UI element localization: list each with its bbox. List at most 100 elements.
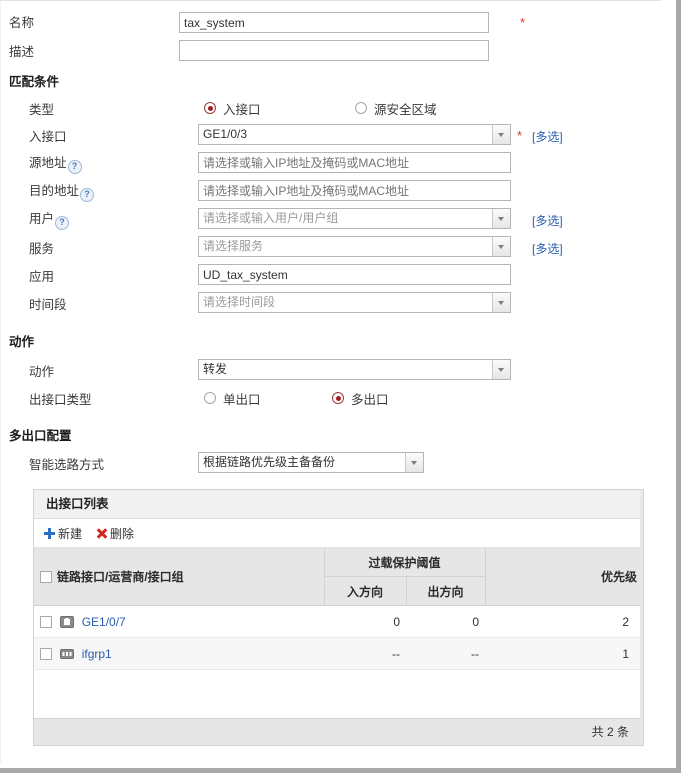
radio-security-zone-label: 源安全区域	[374, 102, 437, 117]
name-required-star: *	[520, 15, 526, 30]
table-empty-space	[34, 670, 643, 718]
in-interface-value: GE1/0/3	[203, 127, 248, 141]
chevron-down-icon[interactable]	[492, 125, 510, 144]
description-label: 描述	[9, 44, 35, 59]
user-placeholder: 请选择或输入用户/用户组	[203, 211, 339, 225]
time-range-placeholder: 请选择时间段	[203, 295, 276, 309]
help-icon[interactable]: ?	[55, 216, 70, 230]
delete-button[interactable]: 删除	[96, 525, 134, 542]
radio-multi-exit-indicator	[332, 392, 344, 404]
user-multi-select-link[interactable]: [多选]	[532, 212, 563, 229]
name-label: 名称	[9, 15, 35, 30]
field-row-type: 类型 入接口 源安全区域	[1, 95, 661, 121]
cell-inbound: --	[324, 637, 406, 670]
header-outbound: 出方向	[406, 576, 486, 606]
header-priority: 优先级	[485, 548, 644, 606]
plus-icon	[44, 527, 55, 539]
dest-address-label: 目的地址?	[29, 180, 95, 202]
row-checkbox[interactable]	[40, 615, 52, 628]
source-address-input[interactable]	[198, 152, 511, 173]
chevron-down-icon[interactable]	[492, 237, 510, 256]
field-row-application: 应用	[1, 261, 661, 289]
radio-type-in-interface[interactable]: 入接口	[204, 99, 261, 118]
new-button[interactable]: 新建	[44, 525, 82, 542]
interface-group-link[interactable]: ifgrp1	[82, 647, 112, 661]
application-input[interactable]	[198, 264, 511, 285]
application-label: 应用	[29, 269, 55, 284]
chevron-down-icon[interactable]	[492, 293, 510, 312]
smart-route-label: 智能选路方式	[29, 457, 105, 472]
chevron-down-icon[interactable]	[492, 360, 510, 379]
cell-interface-name: ifgrp1	[34, 637, 324, 670]
out-interface-type-label: 出接口类型	[29, 392, 92, 407]
in-interface-required-star: *	[517, 128, 523, 143]
dest-address-input[interactable]	[198, 180, 511, 201]
close-icon	[96, 528, 107, 539]
radio-single-exit-indicator	[204, 392, 216, 404]
field-row-smart-route: 智能选路方式 根据链路优先级主备备份	[1, 449, 661, 477]
name-input[interactable]	[179, 12, 489, 33]
form-inner: 名称 * 描述 匹配条件 类型 入接口 源安全区域 入接口 GE1/0/3 * …	[0, 0, 661, 763]
panel-scrollbar[interactable]	[640, 490, 643, 745]
field-row-dest-address: 目的地址?	[1, 177, 661, 205]
chevron-down-icon[interactable]	[405, 453, 423, 472]
form-page: 名称 * 描述 匹配条件 类型 入接口 源安全区域 入接口 GE1/0/3 * …	[0, 0, 681, 773]
service-label: 服务	[29, 241, 55, 256]
interface-icon	[60, 615, 75, 628]
section-title-match: 匹配条件	[9, 75, 60, 89]
select-all-checkbox[interactable]	[40, 571, 52, 583]
time-range-select[interactable]: 请选择时间段	[198, 292, 511, 313]
service-select[interactable]: 请选择服务	[198, 236, 511, 257]
user-label: 用户?	[29, 208, 70, 230]
interface-link[interactable]: GE1/0/7	[82, 615, 126, 629]
chevron-down-icon[interactable]	[492, 209, 510, 228]
table-header-row-top: 链路接口/运营商/接口组 过载保护阈值 优先级	[34, 548, 644, 606]
field-row-time-range: 时间段 请选择时间段	[1, 289, 661, 317]
user-select[interactable]: 请选择或输入用户/用户组	[198, 208, 511, 229]
header-inbound: 入方向	[324, 576, 407, 606]
field-row-action: 动作 转发	[1, 355, 661, 385]
cell-interface-name: GE1/0/7	[34, 605, 324, 638]
smart-route-value: 根据链路优先级主备备份	[203, 455, 336, 469]
table-footer-count: 共 2 条	[34, 718, 643, 745]
time-range-label: 时间段	[29, 297, 67, 312]
table-row[interactable]: GE1/0/7 0 0 2	[34, 605, 644, 638]
header-interface: 链路接口/运营商/接口组	[34, 548, 325, 606]
action-select[interactable]: 转发	[198, 359, 511, 380]
field-row-name: 名称 *	[1, 7, 661, 35]
field-row-out-interface-type: 出接口类型 单出口 多出口	[1, 385, 661, 411]
interface-group-icon	[60, 648, 75, 660]
radio-in-interface-indicator	[204, 102, 216, 114]
help-icon[interactable]: ?	[80, 188, 95, 202]
field-row-service: 服务 请选择服务 [多选]	[1, 233, 661, 261]
field-row-source-address: 源地址?	[1, 149, 661, 177]
cell-outbound: 0	[406, 605, 486, 638]
cell-inbound: 0	[324, 605, 406, 638]
section-title-action: 动作	[9, 335, 35, 349]
in-interface-label: 入接口	[29, 129, 67, 144]
radio-type-security-zone[interactable]: 源安全区域	[355, 99, 437, 118]
source-address-label: 源地址?	[29, 152, 82, 174]
help-icon[interactable]: ?	[67, 160, 82, 174]
field-row-in-interface: 入接口 GE1/0/3 * [多选]	[1, 121, 661, 149]
out-interface-table: 链路接口/运营商/接口组 过载保护阈值 优先级 入方向 出方向 GE1/0/7 …	[34, 548, 644, 670]
cell-priority: 2	[485, 605, 644, 638]
in-interface-multi-select-link[interactable]: [多选]	[532, 128, 563, 145]
radio-single-exit[interactable]: 单出口	[204, 389, 261, 408]
out-interface-list-panel: 出接口列表 新建 删除 链路接口/运营商/接口组 过载保护阈值 优先级 入方向 …	[33, 489, 644, 746]
section-title-multi-exit: 多出口配置	[9, 429, 72, 443]
table-row[interactable]: ifgrp1 -- -- 1	[34, 637, 644, 670]
description-input[interactable]	[179, 40, 489, 61]
row-checkbox[interactable]	[40, 647, 52, 660]
cell-outbound: --	[406, 637, 486, 670]
action-value: 转发	[203, 362, 228, 376]
smart-route-select[interactable]: 根据链路优先级主备备份	[198, 452, 424, 473]
radio-multi-exit[interactable]: 多出口	[332, 389, 389, 408]
cell-priority: 1	[485, 637, 644, 670]
panel-toolbar: 新建 删除	[34, 519, 643, 548]
in-interface-select[interactable]: GE1/0/3	[198, 124, 511, 145]
radio-in-interface-label: 入接口	[223, 102, 261, 117]
service-multi-select-link[interactable]: [多选]	[532, 240, 563, 257]
panel-title: 出接口列表	[34, 490, 643, 519]
new-button-label: 新建	[58, 526, 83, 541]
